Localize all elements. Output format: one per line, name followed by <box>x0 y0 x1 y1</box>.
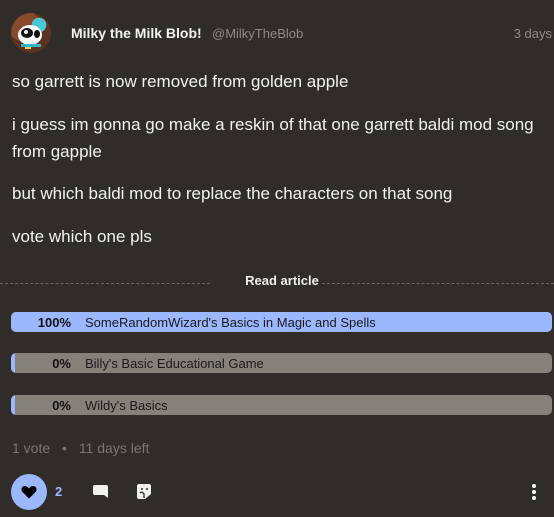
meta-separator: • <box>62 440 67 456</box>
poll-option-label: Wildy's Basics <box>85 398 168 413</box>
post-paragraph: but which baldi mod to replace the chara… <box>12 184 453 203</box>
post-paragraph: vote which one pls <box>12 227 152 246</box>
react-button[interactable] <box>136 483 152 500</box>
read-article-link[interactable]: Read article <box>232 273 332 288</box>
more-options-button[interactable] <box>530 482 538 502</box>
author-display-name[interactable]: Milky the Milk Blob! <box>71 25 202 41</box>
avatar-image-icon <box>18 25 42 49</box>
post-header: Milky the Milk Blob! @MilkyTheBlob 3 day… <box>0 0 554 64</box>
poll-vote-count: 1 vote <box>12 440 51 456</box>
poll-option-percent: 100% <box>37 315 71 330</box>
vertical-ellipsis-icon <box>532 484 536 500</box>
poll-option[interactable]: 0% Wildy's Basics <box>11 395 552 415</box>
author-avatar[interactable] <box>11 13 51 53</box>
read-article-divider: Read article <box>0 273 554 289</box>
comment-button[interactable] <box>92 484 109 500</box>
poll-option-label: SomeRandomWizard's Basics in Magic and S… <box>85 315 376 330</box>
speech-bubble-icon <box>93 485 108 498</box>
poll-option[interactable]: 100% SomeRandomWizard's Basics in Magic … <box>11 312 552 332</box>
poll-option-percent: 0% <box>52 356 71 371</box>
author-handle[interactable]: @MilkyTheBlob <box>212 26 303 41</box>
sticker-icon <box>137 484 151 499</box>
like-count: 2 <box>55 484 63 499</box>
divider-line-right <box>322 283 554 284</box>
heart-icon <box>21 486 37 499</box>
poll-meta: 1 vote • 11 days left <box>12 440 149 456</box>
poll-option[interactable]: 0% Billy's Basic Educational Game <box>11 353 552 373</box>
post-timestamp: 3 days <box>513 26 552 41</box>
post-actions: 2 <box>0 472 554 512</box>
poll-option-percent: 0% <box>52 398 71 413</box>
post-paragraph: i guess im gonna go make a reskin of tha… <box>12 115 534 161</box>
like-button[interactable] <box>11 474 47 510</box>
post-paragraph: so garrett is now removed from golden ap… <box>12 72 349 91</box>
poll-time-left: 11 days left <box>78 440 150 456</box>
poll-option-label: Billy's Basic Educational Game <box>85 356 264 371</box>
divider-line-left <box>0 283 210 284</box>
